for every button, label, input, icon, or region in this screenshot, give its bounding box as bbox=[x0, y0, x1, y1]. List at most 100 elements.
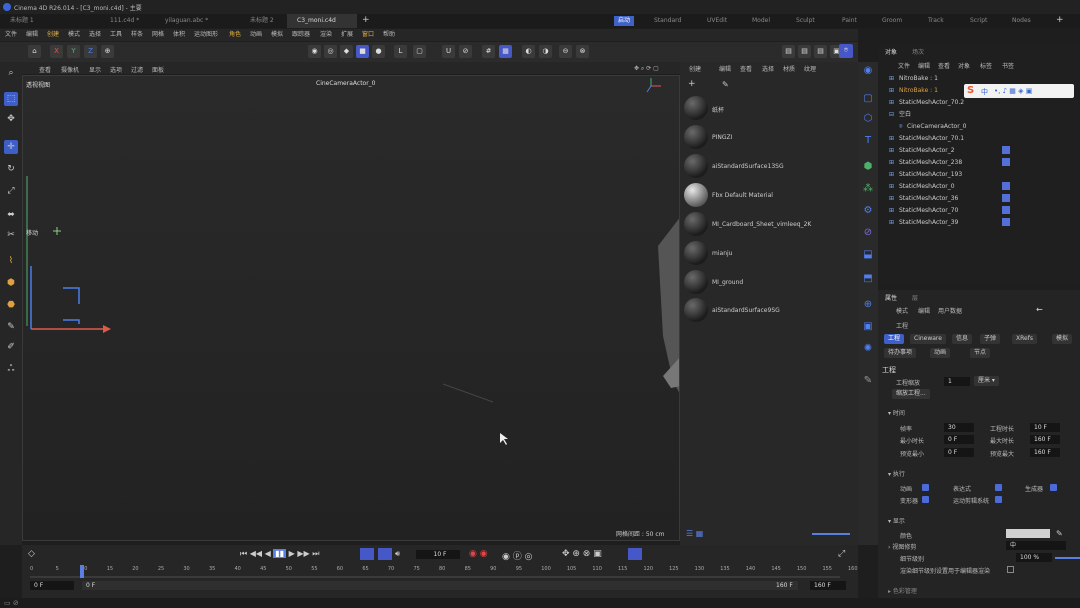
tab-layers[interactable]: 层 bbox=[912, 293, 918, 302]
object-row[interactable]: ⊞ StaticMeshActor_238 bbox=[885, 157, 1080, 168]
text-icon[interactable]: T bbox=[861, 134, 875, 148]
sphere-icon[interactable]: ● bbox=[372, 45, 385, 58]
brush-icon[interactable]: ✎ bbox=[4, 320, 18, 334]
nurbs-icon[interactable]: ⬢ bbox=[861, 160, 875, 174]
object-row[interactable]: ⊞ NitroBake : 1 bbox=[885, 73, 1080, 84]
texture-icon[interactable]: ⊖ bbox=[559, 45, 572, 58]
mat-menu-edit[interactable]: 编辑 bbox=[719, 64, 731, 73]
move-tool-icon[interactable]: ✛ bbox=[4, 140, 18, 154]
menu-help[interactable]: 帮助 bbox=[383, 29, 395, 41]
viewport-solo-icon[interactable]: ◐ bbox=[522, 45, 535, 58]
loop-icon[interactable] bbox=[360, 548, 374, 560]
mat-menu-create[interactable]: 创建 bbox=[689, 64, 701, 73]
environment-icon[interactable]: ⬓ bbox=[861, 248, 875, 262]
obj-menu-edit[interactable]: 编辑 bbox=[918, 61, 930, 70]
material-swatch[interactable] bbox=[684, 154, 708, 178]
add-material-icon[interactable]: + bbox=[688, 79, 696, 89]
attr-menu-mode[interactable]: 模式 bbox=[896, 306, 908, 315]
scale-project-button[interactable]: 缩放工程... bbox=[892, 389, 930, 399]
viewport-menu-camera[interactable]: 摄像机 bbox=[61, 65, 79, 74]
layout-tab[interactable]: Paint bbox=[842, 16, 857, 26]
render-icon[interactable]: ◉ bbox=[308, 45, 321, 58]
menu-spline[interactable]: 样条 bbox=[131, 29, 143, 41]
material-swatch[interactable] bbox=[684, 183, 708, 207]
film3-icon[interactable]: ▤ bbox=[814, 45, 827, 58]
tab-objects[interactable]: 对象 bbox=[885, 47, 897, 56]
doc-tab-active[interactable]: C3_moni.c4d bbox=[287, 14, 357, 28]
material-swatch[interactable] bbox=[684, 270, 708, 294]
object-row[interactable]: ⊟ 空白 bbox=[885, 109, 1080, 120]
obj-menu-bookmarks[interactable]: 书签 bbox=[1002, 61, 1014, 70]
attr-tab-animation[interactable]: 动画 bbox=[930, 348, 951, 358]
edit-icon[interactable]: ✎ bbox=[861, 374, 875, 388]
mat-menu-select[interactable]: 选择 bbox=[762, 64, 774, 73]
sun-icon[interactable]: ✺ bbox=[861, 342, 875, 356]
layout-tab[interactable]: Nodes bbox=[1012, 16, 1031, 26]
sculpt-icon[interactable]: ஃ bbox=[4, 362, 18, 376]
fps-field[interactable]: 30 bbox=[944, 423, 974, 432]
object-row[interactable]: ⌾ CineCameraActor_0 bbox=[885, 121, 1080, 132]
end-frame-field[interactable]: 160 F bbox=[810, 581, 846, 590]
object-row[interactable]: ⊞ StaticMeshActor_70 bbox=[885, 205, 1080, 216]
lod-label[interactable]: › 视图修剪 bbox=[888, 542, 916, 551]
menu-window[interactable]: 窗口 bbox=[362, 29, 374, 41]
bridge-icon[interactable]: ⬣ bbox=[4, 298, 18, 312]
viewport-menu-view[interactable]: 查看 bbox=[39, 65, 51, 74]
viewport-camera-label[interactable]: CineCameraActor_0 bbox=[316, 80, 376, 87]
attr-tab-todo[interactable]: 待办事项 bbox=[884, 348, 917, 358]
layout-tab[interactable]: Sculpt bbox=[796, 16, 815, 26]
render-lod-checkbox[interactable] bbox=[1007, 566, 1014, 573]
mograph-icon[interactable]: ⁂ bbox=[861, 182, 875, 196]
z-axis-lock[interactable]: Z bbox=[84, 45, 97, 58]
menu-render[interactable]: 渲染 bbox=[320, 29, 332, 41]
tab-takes[interactable]: 场次 bbox=[912, 47, 924, 56]
keyframe-icon[interactable]: ◇ bbox=[28, 549, 35, 559]
doc-tab[interactable]: 未标题 1 bbox=[0, 14, 80, 28]
material-swatch[interactable] bbox=[684, 96, 708, 120]
back-arrow-icon[interactable]: ← bbox=[1036, 305, 1043, 314]
y-axis-lock[interactable]: Y bbox=[67, 45, 80, 58]
tab-attributes[interactable]: 属性 bbox=[885, 293, 897, 302]
preview-min-field[interactable]: 0 F bbox=[944, 448, 974, 457]
extrude-icon[interactable]: ⬢ bbox=[4, 276, 18, 290]
preview-max-field[interactable]: 160 F bbox=[1030, 448, 1060, 457]
obj-menu-object[interactable]: 对象 bbox=[958, 61, 970, 70]
layout-icon[interactable]: ⌾ bbox=[839, 44, 853, 58]
menu-simulate[interactable]: 模拟 bbox=[271, 29, 283, 41]
duration-field[interactable]: 10 F bbox=[1030, 423, 1060, 432]
zoom-icon[interactable]: ⌕ bbox=[4, 66, 18, 80]
obj-menu-file[interactable]: 文件 bbox=[898, 61, 910, 70]
playhead[interactable] bbox=[80, 565, 84, 578]
range-bar[interactable]: 0 F bbox=[82, 581, 772, 590]
attr-tab-simulation[interactable]: 模拟 bbox=[1052, 334, 1073, 344]
material-swatch[interactable] bbox=[684, 241, 708, 265]
render-cam-icon[interactable]: ▣ bbox=[861, 320, 875, 334]
layout-tab[interactable]: UVEdit bbox=[707, 16, 727, 26]
anim-checkbox[interactable] bbox=[922, 484, 929, 491]
eyedropper-icon[interactable]: ✎ bbox=[722, 80, 729, 89]
square-icon[interactable]: ▢ bbox=[861, 92, 875, 106]
spline-icon[interactable]: L bbox=[394, 45, 407, 58]
menu-create[interactable]: 创建 bbox=[47, 29, 59, 41]
magnet-icon[interactable]: U bbox=[442, 45, 455, 58]
viewport-nav-icons[interactable]: ✥ ⌕ ⟳ ▢ bbox=[634, 65, 659, 73]
min-time-field[interactable]: 0 F bbox=[944, 435, 974, 444]
start-frame-field[interactable]: 0 F bbox=[30, 581, 74, 590]
render-settings-icon[interactable]: ◆ bbox=[340, 45, 353, 58]
ime-toolbar[interactable]: S 中 •, ♪ ▦ ◈ ▣ bbox=[964, 84, 1074, 98]
execute-section[interactable]: ▾ 执行 bbox=[888, 469, 905, 478]
menu-tools[interactable]: 工具 bbox=[110, 29, 122, 41]
material-swatch[interactable] bbox=[684, 298, 708, 322]
menu-file[interactable]: 文件 bbox=[5, 29, 17, 41]
color-management-section[interactable]: ▸ 色彩管理 bbox=[888, 586, 917, 595]
attr-tab-bullet[interactable]: 子弹 bbox=[980, 334, 1001, 344]
scale-unit-dropdown[interactable]: 厘米 ▾ bbox=[974, 376, 999, 386]
keyframe-tools[interactable]: ◉ ⓟ ◎ bbox=[502, 549, 532, 562]
object-row[interactable]: ⊞ StaticMeshActor_193 bbox=[885, 169, 1080, 180]
undo-icon[interactable]: ⌂ bbox=[28, 45, 41, 58]
transform-icon[interactable]: ⬌ bbox=[4, 208, 18, 222]
camera-icon[interactable]: ◉ bbox=[861, 64, 875, 78]
object-row[interactable]: ⊞ StaticMeshActor_70.1 bbox=[885, 133, 1080, 144]
attr-tab-project[interactable]: 工程 bbox=[884, 334, 905, 344]
color-picker-icon[interactable]: ✎ bbox=[1056, 529, 1063, 538]
